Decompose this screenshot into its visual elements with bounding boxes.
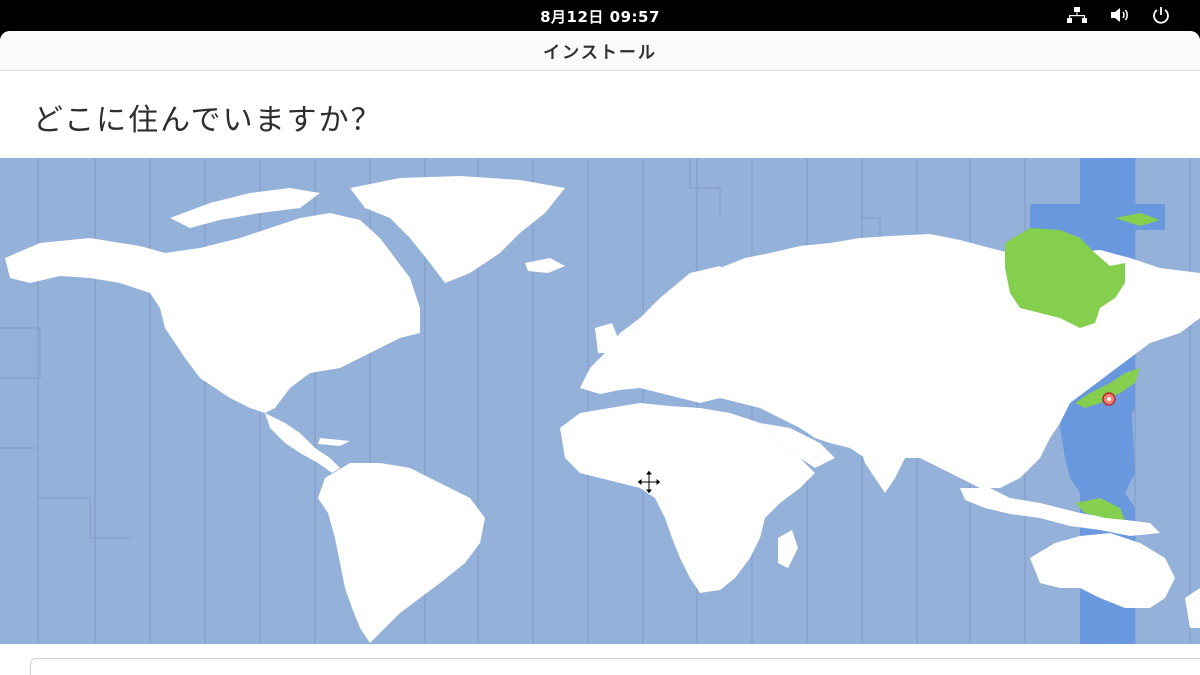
installer-window: インストール どこに住んでいますか？ xyxy=(0,31,1200,675)
top-bar: 8月12日 09:57 xyxy=(0,0,1200,31)
location-search-input[interactable] xyxy=(30,658,1200,675)
clock[interactable]: 8月12日 09:57 xyxy=(0,6,1200,27)
header-bar: インストール xyxy=(0,31,1200,71)
volume-icon[interactable] xyxy=(1107,4,1133,26)
power-icon[interactable] xyxy=(1148,4,1174,26)
window-title: インストール xyxy=(543,43,657,63)
page-title: どこに住んでいますか？ xyxy=(33,103,383,138)
location-pin-icon xyxy=(1102,392,1116,406)
timezone-map[interactable] xyxy=(0,158,1200,644)
network-icon[interactable] xyxy=(1064,4,1090,26)
